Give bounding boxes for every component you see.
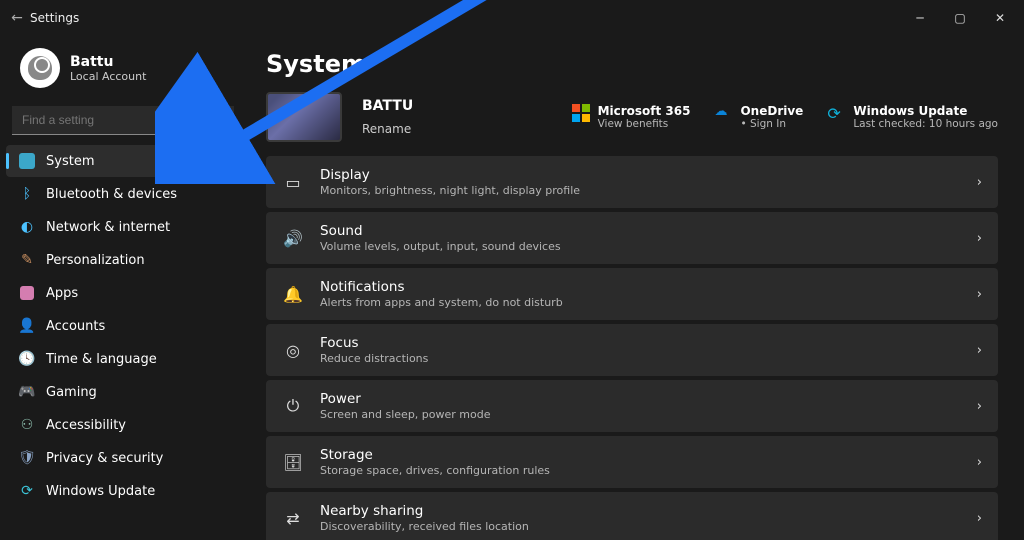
maximize-button[interactable]: ▢ [940, 3, 980, 33]
storage-icon: 🗄 [282, 453, 304, 472]
card-sub: Storage space, drives, configuration rul… [320, 464, 550, 477]
sidebar-item-personalization[interactable]: ✎ Personalization [6, 244, 242, 276]
sidebar-item-system[interactable]: System [6, 145, 242, 177]
sound-icon: 🔊 [282, 229, 304, 248]
clock-icon: 🕓 [18, 350, 36, 368]
search-icon: 🔍 [208, 112, 224, 127]
sidebar-item-label: Time & language [46, 352, 157, 367]
display-icon: ▭ [282, 173, 304, 192]
m365-icon [572, 104, 590, 122]
promo-sub: Last checked: 10 hours ago [853, 118, 998, 130]
sidebar-item-update[interactable]: ⟳ Windows Update [6, 475, 242, 507]
sidebar-item-label: Accessibility [46, 418, 126, 433]
card-display[interactable]: ▭ Display Monitors, brightness, night li… [266, 156, 998, 208]
sidebar-item-label: Privacy & security [46, 451, 163, 466]
profile-name: Battu [70, 54, 146, 70]
close-button[interactable]: ✕ [980, 3, 1020, 33]
promo-sub: • Sign In [740, 118, 803, 130]
promo-m365[interactable]: Microsoft 365 View benefits [572, 104, 691, 130]
card-notifications[interactable]: 🔔 Notifications Alerts from apps and sys… [266, 268, 998, 320]
chevron-right-icon: › [977, 399, 982, 414]
profile-sub: Local Account [70, 70, 146, 83]
sidebar-item-network[interactable]: ◐ Network & internet [6, 211, 242, 243]
sidebar-item-apps[interactable]: Apps [6, 277, 242, 309]
focus-icon: ◎ [282, 341, 304, 360]
bell-icon: 🔔 [282, 285, 304, 304]
card-power[interactable]: ⏻ Power Screen and sleep, power mode › [266, 380, 998, 432]
system-icon [18, 152, 36, 170]
card-sub: Screen and sleep, power mode [320, 408, 491, 421]
accessibility-icon: ⚇ [18, 416, 36, 434]
bluetooth-icon: ᛒ [18, 185, 36, 203]
main-panel: System BATTU Rename Microsoft 365 View b… [248, 36, 1024, 540]
card-sub: Monitors, brightness, night light, displ… [320, 184, 580, 197]
gaming-icon: 🎮 [18, 383, 36, 401]
onedrive-icon: ☁ [714, 104, 732, 122]
sidebar-item-accounts[interactable]: 👤 Accounts [6, 310, 242, 342]
share-icon: ⇄ [282, 509, 304, 528]
card-sub: Volume levels, output, input, sound devi… [320, 240, 561, 253]
promo-title: OneDrive [740, 104, 803, 118]
promo-update[interactable]: ⟳ Windows Update Last checked: 10 hours … [827, 104, 998, 130]
sidebar-item-label: Gaming [46, 385, 97, 400]
chevron-right-icon: › [977, 231, 982, 246]
update-icon: ⟳ [18, 482, 36, 500]
sidebar-item-accessibility[interactable]: ⚇ Accessibility [6, 409, 242, 441]
sidebar-item-label: Apps [46, 286, 78, 301]
sidebar-item-bluetooth[interactable]: ᛒ Bluetooth & devices [6, 178, 242, 210]
minimize-button[interactable]: ─ [900, 3, 940, 33]
card-focus[interactable]: ◎ Focus Reduce distractions › [266, 324, 998, 376]
sidebar-item-label: Bluetooth & devices [46, 187, 177, 202]
update-status-icon: ⟳ [827, 104, 845, 122]
promo-title: Windows Update [853, 104, 998, 118]
card-storage[interactable]: 🗄 Storage Storage space, drives, configu… [266, 436, 998, 488]
device-thumbnail[interactable] [266, 92, 342, 142]
card-sub: Reduce distractions [320, 352, 428, 365]
brush-icon: ✎ [18, 251, 36, 269]
card-title: Storage [320, 447, 550, 463]
chevron-right-icon: › [977, 343, 982, 358]
window-title: Settings [30, 11, 79, 25]
sidebar-item-label: System [46, 154, 94, 169]
promo-title: Microsoft 365 [598, 104, 691, 118]
profile-block[interactable]: Battu Local Account [6, 44, 242, 102]
rename-link[interactable]: Rename [362, 122, 413, 136]
accounts-icon: 👤 [18, 317, 36, 335]
card-title: Sound [320, 223, 561, 239]
card-sound[interactable]: 🔊 Sound Volume levels, output, input, so… [266, 212, 998, 264]
sidebar-item-label: Accounts [46, 319, 105, 334]
sidebar: Battu Local Account 🔍 System ᛒ Bluetooth… [0, 36, 248, 540]
sidebar-item-label: Personalization [46, 253, 145, 268]
chevron-right-icon: › [977, 287, 982, 302]
sidebar-item-gaming[interactable]: 🎮 Gaming [6, 376, 242, 408]
chevron-right-icon: › [977, 511, 982, 526]
chevron-right-icon: › [977, 175, 982, 190]
sidebar-item-privacy[interactable]: 🛡 Privacy & security [6, 442, 242, 474]
sidebar-item-label: Network & internet [46, 220, 170, 235]
card-sub: Discoverability, received files location [320, 520, 529, 533]
card-sub: Alerts from apps and system, do not dist… [320, 296, 563, 309]
card-title: Display [320, 167, 580, 183]
card-title: Nearby sharing [320, 503, 529, 519]
promo-sub: View benefits [598, 118, 691, 130]
card-nearby[interactable]: ⇄ Nearby sharing Discoverability, receiv… [266, 492, 998, 540]
back-button[interactable]: ← [4, 10, 30, 26]
search-input[interactable] [12, 106, 234, 135]
card-title: Power [320, 391, 491, 407]
card-title: Focus [320, 335, 428, 351]
chevron-right-icon: › [977, 455, 982, 470]
wifi-icon: ◐ [18, 218, 36, 236]
device-name: BATTU [362, 98, 413, 114]
promo-onedrive[interactable]: ☁ OneDrive • Sign In [714, 104, 803, 130]
sidebar-item-time[interactable]: 🕓 Time & language [6, 343, 242, 375]
apps-icon [18, 284, 36, 302]
power-icon: ⏻ [282, 396, 304, 416]
shield-icon: 🛡 [18, 449, 36, 467]
sidebar-item-label: Windows Update [46, 484, 155, 499]
avatar [20, 48, 60, 88]
page-title: System [266, 50, 1006, 78]
card-title: Notifications [320, 279, 563, 295]
